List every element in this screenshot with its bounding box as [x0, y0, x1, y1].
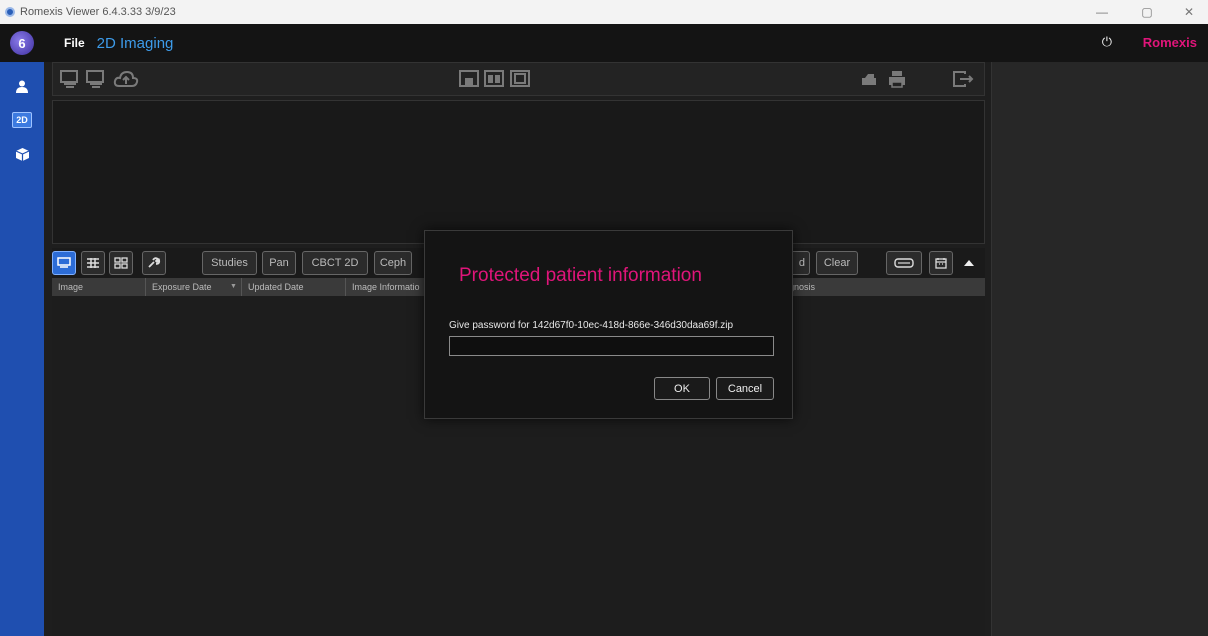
password-prompt-label: Give password for 142d67f0-10ec-418d-866…	[449, 320, 734, 331]
layout-grid-icon[interactable]	[483, 69, 505, 89]
scanner-icon[interactable]	[859, 69, 879, 89]
printer-icon[interactable]	[887, 69, 907, 89]
dental-arch-icon	[894, 258, 914, 268]
window-title: Romexis Viewer 6.4.3.33 3/9/23	[20, 6, 176, 18]
ok-button[interactable]: OK	[654, 377, 710, 400]
logo-icon: 6	[10, 31, 34, 55]
export-device-icon[interactable]	[85, 69, 107, 89]
calendar-button[interactable]	[929, 251, 953, 275]
3d-cube-icon	[15, 147, 29, 161]
left-sidebar: 2D	[0, 62, 44, 636]
password-input[interactable]	[449, 336, 774, 356]
cancel-button[interactable]: Cancel	[716, 377, 774, 400]
export-icon[interactable]	[952, 69, 974, 89]
cloud-upload-icon[interactable]	[113, 69, 139, 89]
app-icon	[5, 7, 15, 17]
column-updated-date[interactable]: Updated Date	[242, 278, 346, 296]
app-header: 6 File 2D Imaging ⏻ Romexis	[0, 24, 1208, 62]
tools-button[interactable]	[142, 251, 166, 275]
import-device-icon[interactable]	[59, 69, 81, 89]
romexis-logo[interactable]: 6	[0, 24, 44, 62]
clear-button[interactable]: Clear	[816, 251, 858, 275]
file-menu[interactable]: File	[64, 36, 85, 50]
layout-single-icon[interactable]	[458, 69, 480, 89]
thumbnail-view-button[interactable]	[52, 251, 76, 275]
column-image-information[interactable]: Image Informatio	[346, 278, 426, 296]
password-dialog: Protected patient information Give passw…	[424, 230, 793, 419]
restore-button[interactable]: ▢	[1130, 0, 1164, 24]
grid-view-icon	[114, 257, 128, 269]
list-view-button[interactable]	[81, 251, 105, 275]
image-preview-area[interactable]	[52, 100, 985, 244]
dental-arch-button[interactable]	[886, 251, 922, 275]
sidebar-item-2d[interactable]: 2D	[0, 101, 44, 139]
right-panel	[991, 62, 1208, 636]
power-icon[interactable]: ⏻	[1102, 34, 1112, 50]
layout-image-icon[interactable]	[509, 69, 531, 89]
list-view-icon	[87, 258, 99, 268]
column-diagnosis[interactable]: gnosis	[786, 278, 906, 296]
2d-imaging-icon: 2D	[12, 112, 32, 128]
tab-cbct-2d[interactable]: CBCT 2D	[302, 251, 368, 275]
tab-pan[interactable]: Pan	[262, 251, 296, 275]
thumbnail-view-icon	[57, 257, 71, 268]
window-titlebar: Romexis Viewer 6.4.3.33 3/9/23 — ▢ ✕	[0, 0, 1208, 24]
tab-ceph[interactable]: Ceph	[374, 251, 412, 275]
grid-view-button[interactable]	[109, 251, 133, 275]
wrench-icon	[148, 257, 161, 268]
tab-studies[interactable]: Studies	[202, 251, 257, 275]
person-icon	[16, 80, 28, 93]
minimize-button[interactable]: —	[1085, 0, 1119, 24]
column-image[interactable]: Image	[52, 278, 146, 296]
image-toolbar	[52, 62, 985, 96]
sort-desc-icon: ▼	[230, 283, 237, 290]
column-exposure-date-label: Exposure Date	[152, 282, 212, 292]
calendar-icon	[935, 258, 947, 269]
column-exposure-date[interactable]: Exposure Date ▼	[146, 278, 242, 296]
brand-label: Romexis	[1142, 35, 1197, 50]
sidebar-item-patient[interactable]	[0, 67, 44, 105]
collapse-up-icon[interactable]	[962, 256, 976, 270]
close-button[interactable]: ✕	[1172, 0, 1206, 24]
sidebar-item-3d[interactable]	[0, 135, 44, 173]
section-title: 2D Imaging	[96, 34, 174, 52]
dialog-title: Protected patient information	[459, 265, 702, 286]
